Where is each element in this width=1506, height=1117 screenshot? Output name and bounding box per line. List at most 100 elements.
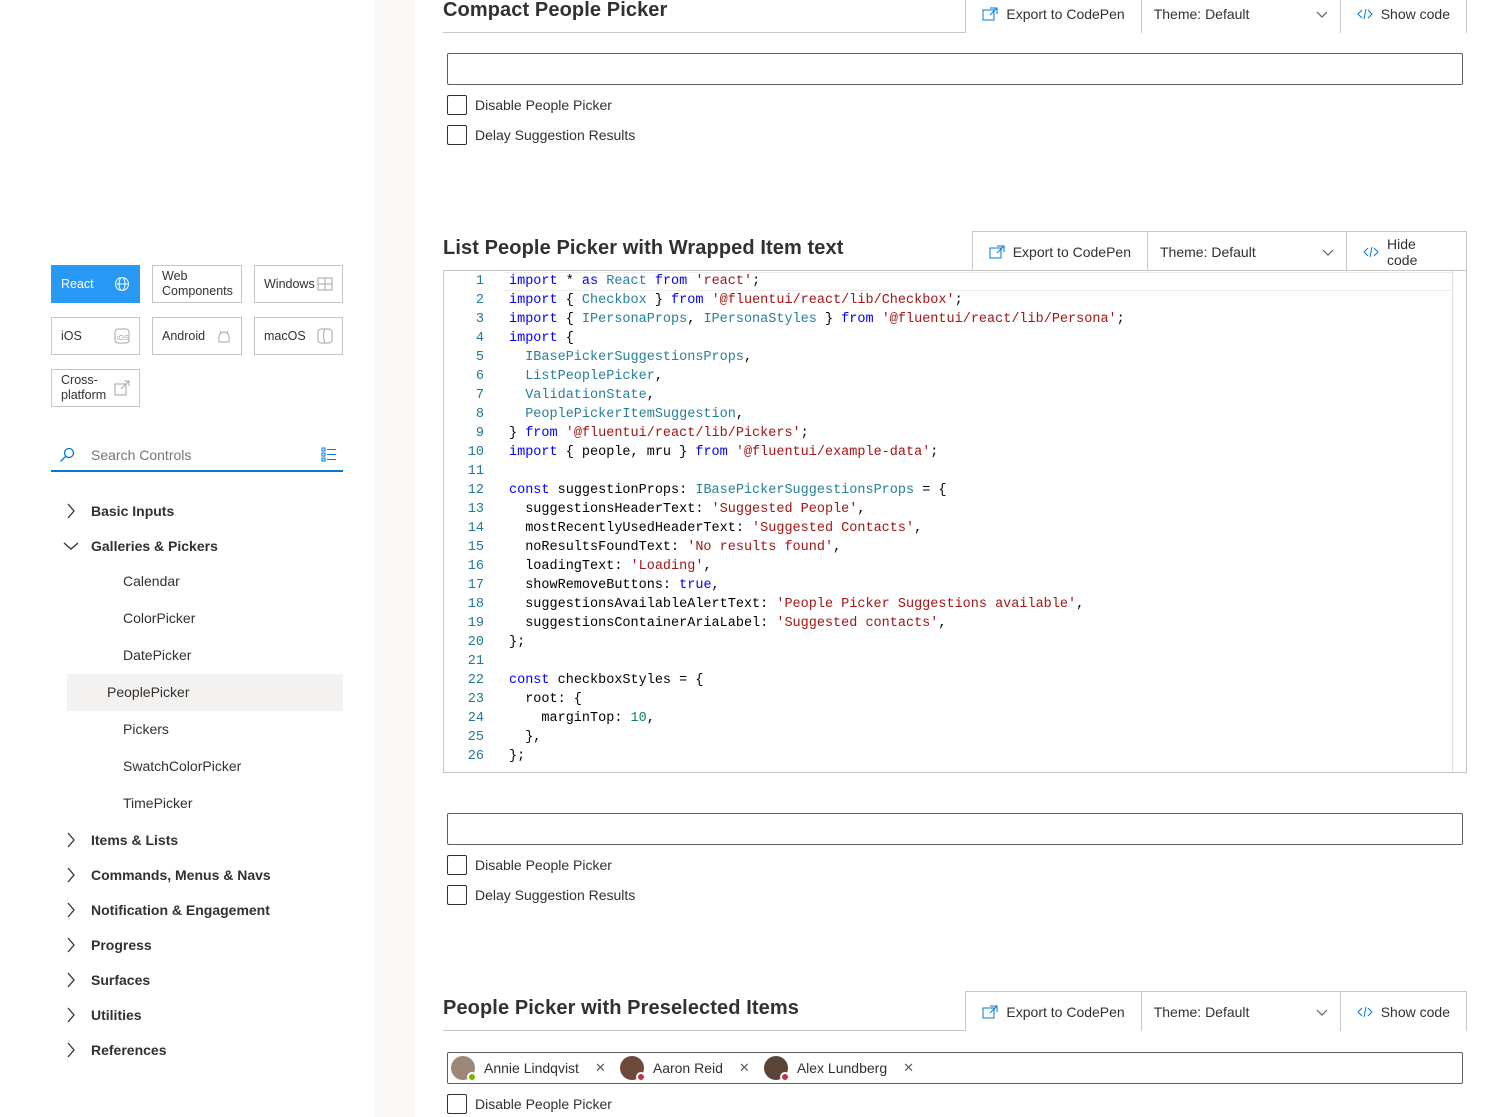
presence-busy-icon bbox=[635, 1072, 646, 1082]
category-items-lists[interactable]: Items & Lists bbox=[51, 822, 343, 857]
chevron-down-icon bbox=[51, 541, 91, 551]
search-controls bbox=[51, 440, 343, 472]
code-scrollbar[interactable] bbox=[1452, 271, 1466, 772]
platform-ios-button[interactable]: iOS iOS bbox=[51, 317, 140, 355]
code-icon bbox=[1357, 1006, 1373, 1018]
chevron-right-icon bbox=[51, 503, 91, 519]
platform-label: Web Components bbox=[162, 269, 233, 298]
checkbox[interactable] bbox=[447, 95, 467, 115]
disable-people-picker-checkbox[interactable]: Disable People Picker bbox=[447, 95, 612, 115]
nav-item-datepicker[interactable]: DatePicker bbox=[67, 637, 343, 674]
platform-windows-button[interactable]: Windows bbox=[254, 265, 343, 303]
preselected-people-picker-input[interactable]: Annie Lindqvist ✕ Aaron Reid ✕ Alex Lund… bbox=[447, 1052, 1463, 1084]
disable-people-picker-checkbox[interactable]: Disable People Picker bbox=[447, 1094, 612, 1114]
remove-person-icon[interactable]: ✕ bbox=[735, 1060, 754, 1076]
delay-suggestion-checkbox[interactable]: Delay Suggestion Results bbox=[447, 885, 635, 905]
line-number: 6 bbox=[475, 369, 484, 384]
left-navigation: React Web Components Windows iOS iOS And… bbox=[0, 0, 375, 1117]
hide-code-button[interactable]: Hide code bbox=[1346, 231, 1467, 271]
category-utilities[interactable]: Utilities bbox=[51, 997, 343, 1032]
code-line: 11 bbox=[444, 462, 1466, 481]
open-external-icon bbox=[989, 245, 1005, 259]
code-line: 15 noResultsFoundText: 'No results found… bbox=[444, 538, 1466, 557]
chevron-down-icon bbox=[1316, 6, 1328, 22]
people-picker-input[interactable] bbox=[447, 53, 1463, 85]
remove-person-icon[interactable]: ✕ bbox=[899, 1060, 918, 1076]
category-commands-menus-navs[interactable]: Commands, Menus & Navs bbox=[51, 857, 343, 892]
show-code-button[interactable]: Show code bbox=[1339, 991, 1467, 1031]
code-line: 9} from '@fluentui/react/lib/Pickers'; bbox=[444, 424, 1466, 443]
code-icon bbox=[1363, 246, 1379, 258]
checkbox-label: Delay Suggestion Results bbox=[475, 127, 636, 143]
dropdown-value: Theme: Default bbox=[1160, 243, 1256, 260]
platform-macos-button[interactable]: macOS bbox=[254, 317, 343, 355]
svg-text:iOS: iOS bbox=[117, 335, 129, 342]
selected-person-chip[interactable]: Alex Lundberg ✕ bbox=[763, 1055, 922, 1082]
line-number: 2 bbox=[475, 293, 484, 308]
platform-label: iOS bbox=[61, 328, 82, 343]
checkbox[interactable] bbox=[447, 855, 467, 875]
nav-item-pickers[interactable]: Pickers bbox=[67, 711, 343, 748]
disable-people-picker-checkbox[interactable]: Disable People Picker bbox=[447, 855, 612, 875]
export-codepen-button[interactable]: Export to CodePen bbox=[965, 991, 1142, 1031]
export-codepen-button[interactable]: Export to CodePen bbox=[971, 231, 1148, 271]
platform-label: Windows bbox=[264, 276, 315, 291]
category-references[interactable]: References bbox=[51, 1032, 343, 1067]
selected-person-chip[interactable]: Annie Lindqvist ✕ bbox=[451, 1055, 614, 1082]
platform-react-button[interactable]: React bbox=[51, 265, 140, 303]
list-people-picker-input[interactable] bbox=[447, 813, 1463, 845]
code-editor[interactable]: 1 import * as React from 'react'; 2 import… bbox=[443, 270, 1467, 773]
category-galleries-pickers[interactable]: Galleries & Pickers bbox=[51, 528, 343, 563]
category-basic-inputs[interactable]: Basic Inputs bbox=[51, 493, 343, 528]
selected-person-chip[interactable]: Aaron Reid ✕ bbox=[619, 1055, 758, 1082]
show-code-button[interactable]: Show code bbox=[1339, 0, 1467, 33]
checkbox-label: Disable People Picker bbox=[475, 857, 612, 873]
theme-dropdown[interactable]: Theme: Default bbox=[1147, 231, 1347, 271]
nav-item-timepicker[interactable]: TimePicker bbox=[67, 785, 343, 822]
chevron-down-icon bbox=[1322, 244, 1334, 260]
platform-web-components-button[interactable]: Web Components bbox=[152, 265, 242, 303]
controls-tree: Basic Inputs Galleries & Pickers Calenda… bbox=[51, 493, 343, 1067]
checkbox[interactable] bbox=[447, 1094, 467, 1114]
search-icon bbox=[51, 447, 83, 463]
export-codepen-button[interactable]: Export to CodePen bbox=[965, 0, 1142, 33]
checkbox[interactable] bbox=[447, 885, 467, 905]
chevron-right-icon bbox=[51, 937, 91, 953]
presence-available-icon bbox=[467, 1072, 477, 1082]
checkbox[interactable] bbox=[447, 125, 467, 145]
theme-dropdown[interactable]: Theme: Default bbox=[1140, 991, 1341, 1031]
category-notification-engagement[interactable]: Notification & Engagement bbox=[51, 892, 343, 927]
code-line: 22 const checkboxStyles = { bbox=[444, 671, 1466, 690]
code-line: 20}; bbox=[444, 633, 1466, 652]
code-line: 18 suggestionsAvailableAlertText: 'Peopl… bbox=[444, 595, 1466, 614]
platform-cross-platform-button[interactable]: Cross-platform bbox=[51, 369, 140, 407]
line-number: 7 bbox=[475, 388, 484, 403]
nav-item-colorpicker[interactable]: ColorPicker bbox=[67, 600, 343, 637]
search-input[interactable] bbox=[83, 447, 303, 463]
button-label: Export to CodePen bbox=[1012, 243, 1131, 260]
globe-icon bbox=[114, 276, 130, 292]
filter-list-icon[interactable] bbox=[321, 446, 337, 465]
line-number: 3 bbox=[475, 312, 484, 327]
content-gutter bbox=[375, 0, 415, 1117]
theme-dropdown[interactable]: Theme: Default bbox=[1140, 0, 1341, 33]
code-line: 21 bbox=[444, 652, 1466, 671]
section-header-compact: Compact People Picker Export to CodePen … bbox=[443, 0, 1467, 33]
delay-suggestion-checkbox[interactable]: Delay Suggestion Results bbox=[447, 125, 635, 145]
person-name: Aaron Reid bbox=[652, 1060, 723, 1076]
category-surfaces[interactable]: Surfaces bbox=[51, 962, 343, 997]
example-toolbar: Export to CodePen Theme: Default Hide co… bbox=[971, 231, 1467, 271]
nav-item-swatchcolorpicker[interactable]: SwatchColorPicker bbox=[67, 748, 343, 785]
line-number: 21 bbox=[467, 654, 484, 669]
category-progress[interactable]: Progress bbox=[51, 927, 343, 962]
line-number: 9 bbox=[475, 426, 484, 441]
line-number: 26 bbox=[467, 749, 484, 764]
nav-item-calendar[interactable]: Calendar bbox=[67, 563, 343, 600]
remove-person-icon[interactable]: ✕ bbox=[591, 1060, 610, 1076]
dropdown-value: Theme: Default bbox=[1153, 5, 1250, 22]
platform-android-button[interactable]: Android bbox=[152, 317, 242, 355]
nav-item-peoplepicker[interactable]: PeoplePicker bbox=[67, 674, 343, 711]
code-line: 13 suggestionsHeaderText: 'Suggested Peo… bbox=[444, 500, 1466, 519]
section-title: List People Picker with Wrapped Item tex… bbox=[443, 237, 844, 259]
presence-busy-icon bbox=[779, 1072, 790, 1082]
